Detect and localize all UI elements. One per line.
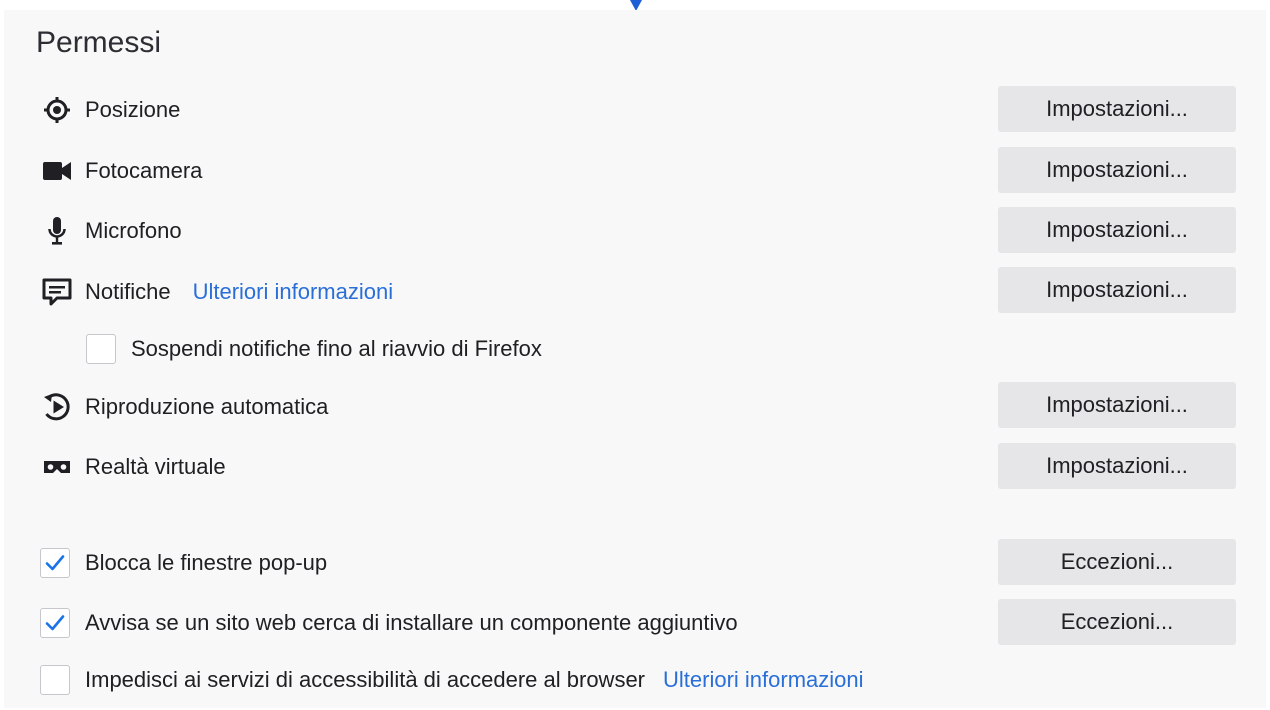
permission-row-location: Posizione [40,93,180,127]
block-popups-row: Blocca le finestre pop-up [40,546,327,580]
block-accessibility-checkbox[interactable] [40,665,70,695]
permission-row-autoplay: Riproduzione automatica [40,390,328,424]
location-settings-button[interactable]: Impostazioni... [998,86,1236,132]
permission-label-camera: Fotocamera [85,158,203,183]
vr-settings-button[interactable]: Impostazioni... [998,443,1236,489]
section-title: Permessi [36,26,162,59]
block-popups-checkbox[interactable] [40,548,70,578]
warn-addons-exceptions-button[interactable]: Eccezioni... [998,599,1236,645]
pause-notifications-label: Sospendi notifiche fino al riavvio di Fi… [131,336,542,361]
accessibility-learn-more-link[interactable]: Ulteriori informazioni [663,667,864,693]
warn-addons-checkbox[interactable] [40,608,70,638]
location-icon [40,93,74,127]
vr-headset-icon [40,450,74,484]
warn-addons-label: Avvisa se un sito web cerca di installar… [85,610,738,635]
block-accessibility-label: Impedisci ai servizi di accessibilità di… [85,667,646,692]
notifications-settings-button[interactable]: Impostazioni... [998,267,1236,313]
camera-settings-button[interactable]: Impostazioni... [998,147,1236,193]
block-accessibility-row: Impedisci ai servizi di accessibilità di… [40,663,864,697]
pause-notifications-checkbox[interactable] [86,334,116,364]
permission-row-vr: Realtà virtuale [40,450,226,484]
pause-notifications-row: Sospendi notifiche fino al riavvio di Fi… [86,332,542,366]
microphone-settings-button[interactable]: Impostazioni... [998,207,1236,253]
notifications-learn-more-link[interactable]: Ulteriori informazioni [193,279,394,305]
autoplay-icon [40,390,74,424]
microphone-icon [40,214,74,248]
permission-label-microphone: Microfono [85,218,182,243]
permission-label-notifications: Notifiche [85,279,171,304]
permission-label-autoplay: Riproduzione automatica [85,394,329,419]
block-popups-exceptions-button[interactable]: Eccezioni... [998,539,1236,585]
checkmark-icon [45,615,65,631]
block-popups-label: Blocca le finestre pop-up [85,550,328,575]
camera-icon [40,154,74,188]
notification-icon [40,275,74,309]
permission-label-location: Posizione [85,97,181,122]
warn-addons-row: Avvisa se un sito web cerca di installar… [40,606,738,640]
permission-label-vr: Realtà virtuale [85,454,226,479]
permission-row-camera: Fotocamera [40,154,202,188]
permission-row-notifications: Notifiche Ulteriori informazioni [40,275,393,309]
checkmark-icon [45,555,65,571]
permission-row-microphone: Microfono [40,214,182,248]
autoplay-settings-button[interactable]: Impostazioni... [998,382,1236,428]
